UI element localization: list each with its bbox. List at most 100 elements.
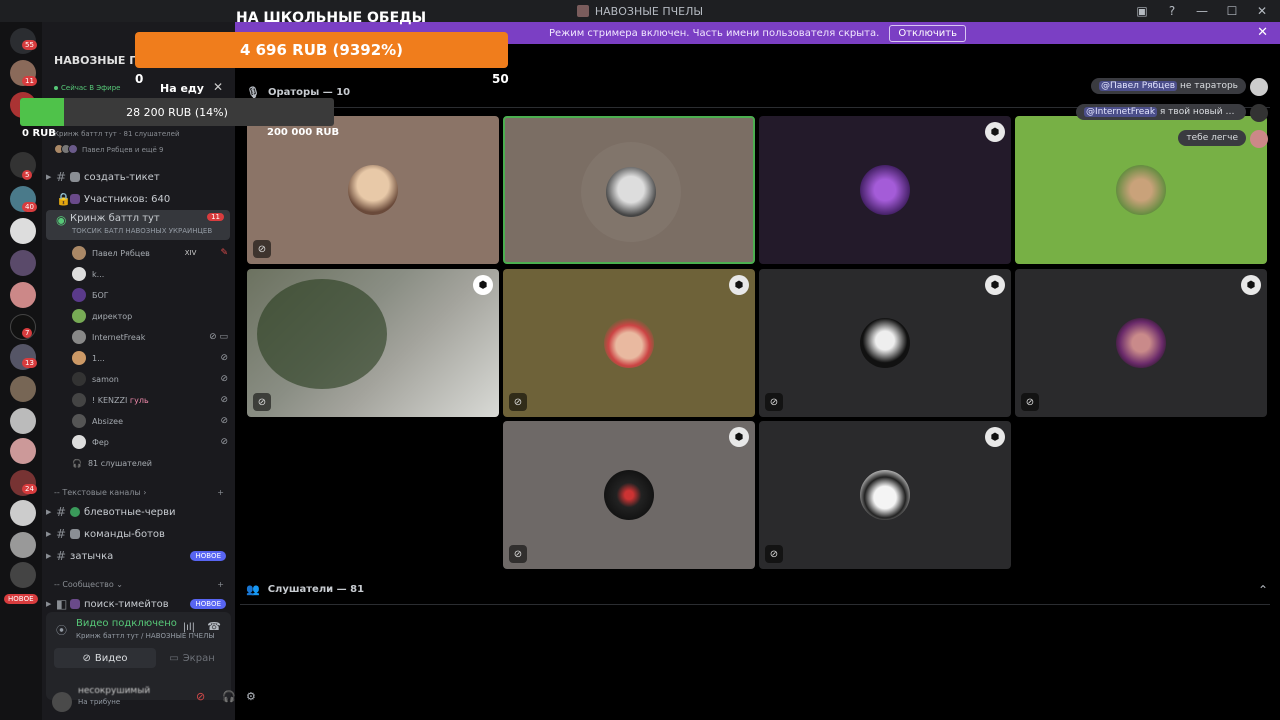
help-icon[interactable]: ? xyxy=(1166,4,1178,18)
channel-text[interactable]: ▶ # затычка НОВОЕ xyxy=(46,547,230,565)
server-icon[interactable] xyxy=(10,438,36,464)
username[interactable]: несокрушимый xyxy=(78,686,150,696)
stage-member[interactable]: БОГ xyxy=(72,286,228,304)
connection-icon: ⦿ xyxy=(56,624,67,637)
stage-member[interactable]: Absizee ⊘ xyxy=(72,412,228,430)
stage-member[interactable]: директор xyxy=(72,307,228,325)
stage-member[interactable]: ! KENZZI гуль ⊘ xyxy=(72,391,228,409)
server-icon[interactable] xyxy=(10,562,36,588)
channel-text[interactable]: ▶ # команды-ботов xyxy=(46,525,230,543)
speaker-tile[interactable]: ⬢ ⊘ xyxy=(759,421,1011,569)
channel-members[interactable]: 🔒 Участников: 640 xyxy=(46,190,230,208)
user-mention[interactable]: @Павел Рябцев xyxy=(1098,81,1178,91)
server-icon[interactable] xyxy=(10,282,36,308)
mic-muted-icon: ⊘ xyxy=(509,393,527,411)
donation-title: НА ШКОЛЬНЫЕ ОБЕДЫ xyxy=(236,10,427,26)
stage-member[interactable]: samon ⊘ xyxy=(72,370,228,388)
channel-ticket[interactable]: ▶ # создать-тикет xyxy=(46,168,230,186)
add-channel-icon[interactable]: + xyxy=(217,580,224,589)
headphones-icon: 🎧 xyxy=(72,458,82,468)
stage-member[interactable]: k... xyxy=(72,265,228,283)
speaker-tile[interactable]: ⬢ ⊘ xyxy=(503,421,755,569)
divider xyxy=(240,604,1270,605)
close-icon[interactable]: ✕ xyxy=(213,80,223,94)
mic-muted-icon: ⊘ xyxy=(220,374,228,384)
mic-muted-icon: ⊘ ▭ xyxy=(209,332,228,342)
listeners-label: Слушатели — 81 xyxy=(267,584,365,595)
noise-suppression-icon[interactable]: |ıl| xyxy=(183,622,195,633)
category-community[interactable]: -- Сообщество ⌄ + xyxy=(54,580,224,589)
speaker-tile[interactable]: ⬢ ⊘ xyxy=(503,269,755,417)
goal-max: 200 000 RUB xyxy=(267,127,340,138)
server-icon[interactable] xyxy=(10,250,36,276)
video-button[interactable]: ⊘ Видео xyxy=(54,648,156,668)
chat-text: не тараторь xyxy=(1177,81,1238,91)
add-channel-icon[interactable]: + xyxy=(217,488,224,497)
goal-min: 0 RUB xyxy=(22,128,56,139)
stage-icon: ◉ xyxy=(56,213,67,227)
stage-member[interactable]: Фер ⊘ xyxy=(72,433,228,451)
goal-progress-bar: 28 200 RUB (14%) xyxy=(20,98,334,126)
headphones-icon[interactable]: 🎧 xyxy=(222,690,236,703)
settings-icon[interactable]: ⚙ xyxy=(246,690,256,703)
stage-member[interactable]: InternetFreak ⊘ ▭ xyxy=(72,328,228,346)
mic-muted-icon: ⊘ xyxy=(765,545,783,563)
speaker-tile-video[interactable]: ⬢ ⊘ xyxy=(247,269,499,417)
maximize-icon[interactable]: ☐ xyxy=(1226,4,1238,18)
channel-label: Участников: 640 xyxy=(84,193,171,205)
server-icon[interactable] xyxy=(10,500,36,526)
speaker-tile[interactable]: ⬢ ⊘ xyxy=(1015,269,1267,417)
server-icon[interactable] xyxy=(10,218,36,244)
hangup-icon[interactable]: ☎ xyxy=(207,620,221,633)
close-banner-icon[interactable]: ✕ xyxy=(1257,25,1268,40)
listeners-row[interactable]: 🎧 81 слушателей xyxy=(72,454,228,472)
chat-text: я твой новый ф... xyxy=(1157,107,1242,117)
speaker-tile[interactable]: ⊘ xyxy=(247,116,499,264)
mic-muted-icon: ⊘ xyxy=(220,437,228,447)
server-icon[interactable] xyxy=(10,408,36,434)
mic-muted-icon[interactable]: ⊘ xyxy=(196,690,205,703)
avatar[interactable] xyxy=(52,692,72,712)
avatar xyxy=(72,435,86,449)
server-name[interactable]: НАВОЗНЫЕ П xyxy=(54,54,138,67)
video-feed xyxy=(247,269,499,417)
server-icon[interactable] xyxy=(10,532,36,558)
category-label: Сообщество xyxy=(62,580,114,589)
member-name: ! KENZZI гуль xyxy=(92,396,220,405)
channel-label: создать-тикет xyxy=(84,171,160,183)
server-icon[interactable] xyxy=(10,376,36,402)
speaker-tile-speaking[interactable] xyxy=(503,116,755,264)
category-text-channels[interactable]: -- Текстовые каналы › + xyxy=(54,488,224,497)
channel-stage[interactable]: ◉ Кринж баттл тут 11 ТОКСИК БАТЛ НАВОЗНЫ… xyxy=(46,210,230,240)
mic-muted-icon: ⊘ xyxy=(765,393,783,411)
member-name: 1... xyxy=(92,353,105,363)
channel-text[interactable]: ▶ # блевотные-черви xyxy=(46,503,230,521)
speaker-tile[interactable]: ⬢ xyxy=(759,116,1011,264)
minimize-icon[interactable]: — xyxy=(1196,4,1208,18)
voice-status[interactable]: Видео подключено xyxy=(76,618,177,629)
member-name: Павел Рябцев xyxy=(92,248,150,258)
avatar xyxy=(1250,78,1268,96)
goal-title: На еду xyxy=(160,82,204,95)
screen-share-button[interactable]: ▭ Экран xyxy=(158,648,226,668)
channel-community[interactable]: ▶ ◧ поиск-тимейтов НОВОЕ xyxy=(46,595,230,613)
voice-channel-path[interactable]: Кринж баттл тут / НАВОЗНЫЕ ПЧЕЛЫ xyxy=(76,632,215,640)
disable-streamer-button[interactable]: Отключить xyxy=(889,24,966,42)
avatar xyxy=(72,246,86,260)
member-name: Absizee xyxy=(92,416,123,426)
avatar xyxy=(1250,104,1268,122)
speaker-tile[interactable]: ⬢ ⊘ xyxy=(759,269,1011,417)
avatar xyxy=(72,414,86,428)
avatar xyxy=(72,330,86,344)
inbox-icon[interactable]: ▣ xyxy=(1136,4,1148,18)
avatar xyxy=(606,167,656,217)
mic-muted-icon: ✎ xyxy=(220,248,228,258)
channel-label: команды-ботов xyxy=(84,528,165,540)
avatar xyxy=(72,351,86,365)
close-icon[interactable]: ✕ xyxy=(1256,4,1268,18)
user-mention[interactable]: @InternetFreak xyxy=(1084,107,1158,117)
stage-member[interactable]: Павел Рябцев XIV ✎ xyxy=(72,244,228,262)
chevron-up-icon[interactable]: ⌃ xyxy=(1258,583,1268,597)
stage-member[interactable]: 1... ⊘ xyxy=(72,349,228,367)
worm-icon xyxy=(70,507,80,517)
